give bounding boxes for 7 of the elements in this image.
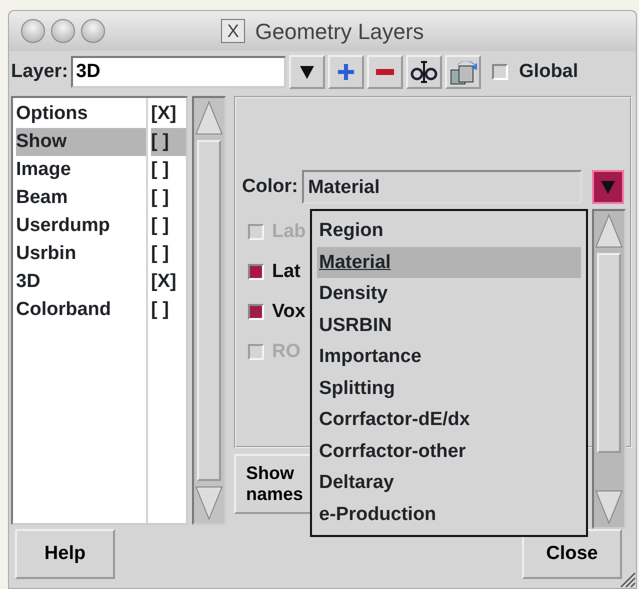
option-label: Lat [272,260,300,284]
app-icon: X [221,19,246,43]
global-label: Global [519,60,578,84]
window-title: Geometry Layers [255,18,424,46]
option-label: Vox [272,300,306,324]
layer-label: Layer: [11,60,68,84]
color-label: Color: [242,174,298,199]
